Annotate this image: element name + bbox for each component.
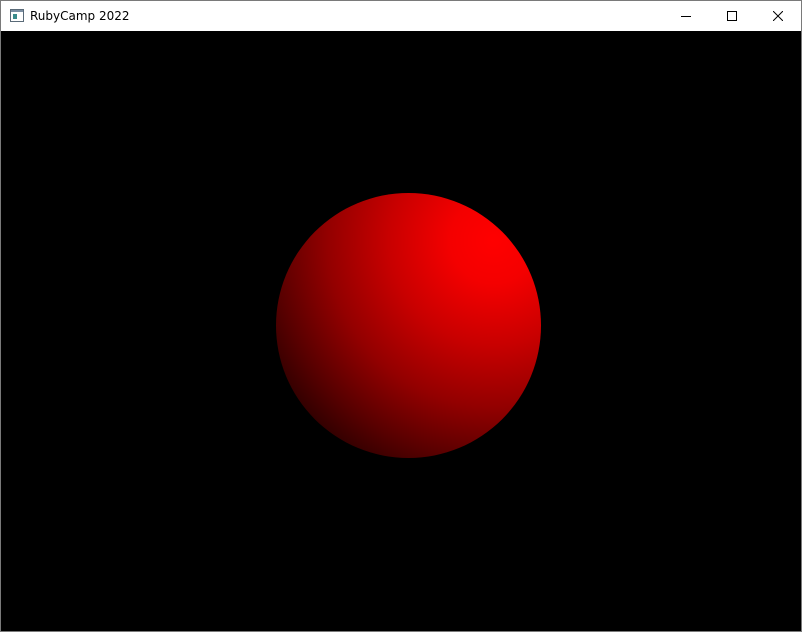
red-sphere	[276, 193, 541, 458]
maximize-icon	[727, 11, 737, 21]
close-button[interactable]	[755, 1, 801, 31]
close-icon	[773, 11, 783, 21]
app-window: RubyCamp 2022	[0, 0, 802, 632]
minimize-icon	[681, 16, 691, 17]
title-bar[interactable]: RubyCamp 2022	[1, 1, 801, 31]
minimize-button[interactable]	[663, 1, 709, 31]
render-canvas[interactable]	[1, 31, 801, 631]
maximize-button[interactable]	[709, 1, 755, 31]
window-title: RubyCamp 2022	[30, 9, 130, 23]
app-icon	[10, 9, 24, 22]
